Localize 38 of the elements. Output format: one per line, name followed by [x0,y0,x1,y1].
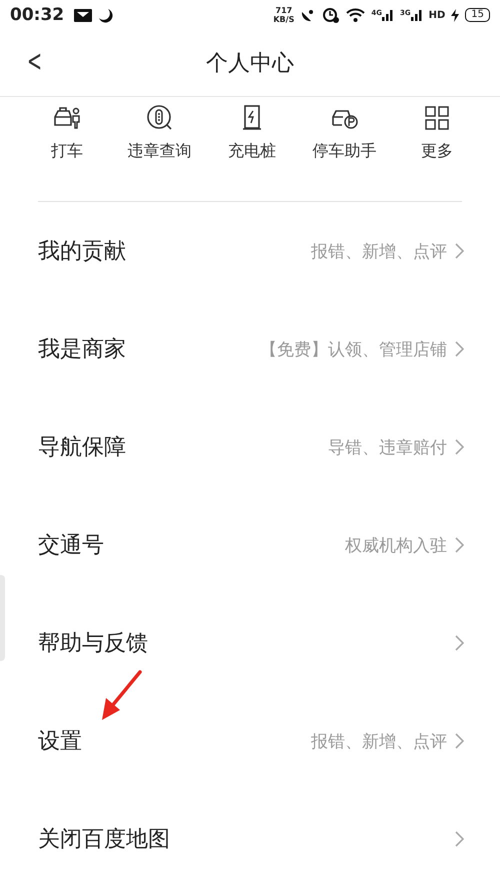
chevron-icon [455,635,464,651]
message-icon [74,8,92,22]
shortcut-item[interactable]: 充电桩 [207,105,297,201]
chevron-icon [455,733,464,749]
alarm-icon [322,6,340,24]
menu-item[interactable]: 帮助与反馈 [8,594,500,692]
menu-hint: 报错、新增、点评 [311,240,447,262]
back-button[interactable]: < [22,44,47,79]
menu-item[interactable]: 我是商家 【免费】认领、管理店铺 [8,300,500,398]
status-time: 00:32 [10,5,64,25]
chevron-icon [455,341,464,357]
shortcut-item[interactable]: 停车助手 [300,105,390,201]
menu-item[interactable]: 交通号 权威机构入驻 [8,496,500,594]
menu-item[interactable]: 导航保障 导错、违章赔付 [8,398,500,496]
page-title: 个人中心 [206,50,294,78]
shortcut-item[interactable]: 违章查询 [114,105,204,201]
hd-indicator: HD [428,10,446,20]
shortcut-item[interactable]: 打车 [22,105,112,201]
shortcut-item[interactable]: 更多 [392,105,482,201]
menu-hint: 【免费】认领、管理店铺 [260,338,447,360]
charging-icon [451,8,460,22]
chevron-icon [455,439,464,455]
chevron-icon [455,243,464,259]
menu-item[interactable]: 关闭百度地图 [8,790,500,888]
menu-item[interactable]: 我的贡献 报错、新增、点评 [8,202,500,300]
menu-item[interactable]: 设置 报错、新增、点评 [8,692,500,790]
battery-indicator: 15 [465,8,490,22]
wifi-icon [346,8,366,22]
car-icon [53,105,81,131]
chevron-icon [455,537,464,553]
chevron-icon [455,831,464,847]
moon-icon [98,8,114,22]
traffic-light-icon [146,105,174,131]
grid-icon [424,105,450,131]
menu-hint: 导错、违章赔付 [328,436,447,458]
menu-hint: 权威机构入驻 [345,534,447,556]
menu-hint: 报错、新增、点评 [311,730,447,752]
network-speed: 717 KB/S [273,6,294,24]
